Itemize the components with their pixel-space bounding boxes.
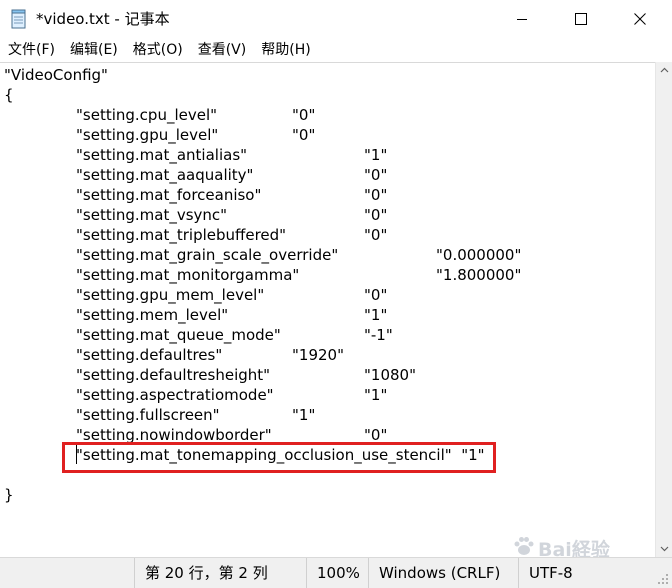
editor-value: "0" bbox=[292, 126, 316, 144]
editor-line: "setting.fullscreen" bbox=[76, 406, 220, 424]
editor-value: "0" bbox=[364, 286, 388, 304]
editor-value: "0" bbox=[364, 166, 388, 184]
maximize-icon bbox=[575, 13, 587, 25]
editor-line: { bbox=[4, 86, 14, 104]
editor-value: "0.000000" bbox=[436, 246, 522, 264]
editor-value: "0" bbox=[292, 106, 316, 124]
text-editor[interactable]: "VideoConfig" { "setting.cpu_level" "0" … bbox=[0, 62, 655, 558]
editor-value: "-1" bbox=[364, 326, 393, 344]
title-bar: *video.txt - 记事本 bbox=[0, 0, 672, 38]
editor-value: "0" bbox=[364, 206, 388, 224]
editor-line: "setting.mat_triplebuffered" bbox=[76, 226, 287, 244]
editor-line: "VideoConfig" bbox=[4, 66, 108, 84]
editor-line: "setting.defaultresheight" bbox=[76, 366, 271, 384]
editor-line: "setting.mat_grain_scale_override" bbox=[76, 246, 339, 264]
text-caret bbox=[76, 445, 77, 464]
editor-value: "0" bbox=[364, 226, 388, 244]
menu-view[interactable]: 查看(V) bbox=[190, 38, 254, 62]
editor-value: "1" bbox=[364, 146, 388, 164]
editor-value: "1080" bbox=[364, 366, 416, 384]
status-line-ending: Windows (CRLF) bbox=[368, 558, 518, 588]
editor-line: "setting.mat_aaquality" bbox=[76, 166, 254, 184]
scroll-down-icon[interactable] bbox=[656, 540, 672, 557]
minimize-icon bbox=[517, 19, 527, 20]
menu-edit[interactable]: 编辑(E) bbox=[62, 38, 125, 62]
menu-bar: 文件(F) 编辑(E) 格式(O) 查看(V) 帮助(H) bbox=[0, 38, 672, 62]
editor-line: "setting.mem_level" bbox=[76, 306, 229, 324]
close-icon bbox=[634, 13, 646, 25]
baidu-watermark: Bai経验 bbox=[512, 535, 642, 561]
editor-line: } bbox=[4, 486, 14, 504]
status-bar: 第 20 行，第 2 列 100% Windows (CRLF) UTF-8 bbox=[0, 557, 672, 588]
vertical-scrollbar[interactable] bbox=[655, 62, 672, 557]
highlight-annotation bbox=[62, 442, 496, 473]
editor-line: "setting.mat_antialias" bbox=[76, 146, 248, 164]
editor-line: "setting.mat_forceaniso" bbox=[76, 186, 262, 204]
status-zoom: 100% bbox=[306, 558, 368, 588]
resize-grip-icon[interactable] bbox=[657, 573, 669, 585]
menu-file[interactable]: 文件(F) bbox=[0, 38, 62, 62]
status-cursor-position: 第 20 行，第 2 列 bbox=[134, 558, 306, 588]
editor-line: "setting.gpu_level" bbox=[76, 126, 219, 144]
minimize-button[interactable] bbox=[499, 0, 545, 38]
close-button[interactable] bbox=[617, 0, 663, 38]
window-title: *video.txt - 记事本 bbox=[36, 10, 170, 28]
paw-icon bbox=[514, 537, 534, 555]
editor-value: "1" bbox=[364, 386, 388, 404]
status-encoding: UTF-8 bbox=[518, 558, 655, 588]
editor-value: "0" bbox=[364, 186, 388, 204]
editor-line: "setting.cpu_level" bbox=[76, 106, 218, 124]
editor-line: "setting.defaultres" bbox=[76, 346, 223, 364]
editor-line: "setting.mat_monitorgamma" bbox=[76, 266, 300, 284]
editor-value: "1920" bbox=[292, 346, 344, 364]
editor-line: "setting.aspectratiomode" bbox=[76, 386, 274, 404]
editor-value: "1.800000" bbox=[436, 266, 522, 284]
maximize-button[interactable] bbox=[558, 0, 604, 38]
menu-format[interactable]: 格式(O) bbox=[125, 38, 190, 62]
editor-line: "setting.mat_vsync" bbox=[76, 206, 228, 224]
editor-line: "setting.gpu_mem_level" bbox=[76, 286, 265, 304]
scroll-up-icon[interactable] bbox=[656, 62, 672, 79]
editor-value: "1" bbox=[292, 406, 316, 424]
editor-line: "setting.mat_queue_mode" bbox=[76, 326, 281, 344]
menu-help[interactable]: 帮助(H) bbox=[253, 38, 317, 62]
notepad-icon bbox=[11, 9, 26, 29]
editor-value: "1" bbox=[364, 306, 388, 324]
